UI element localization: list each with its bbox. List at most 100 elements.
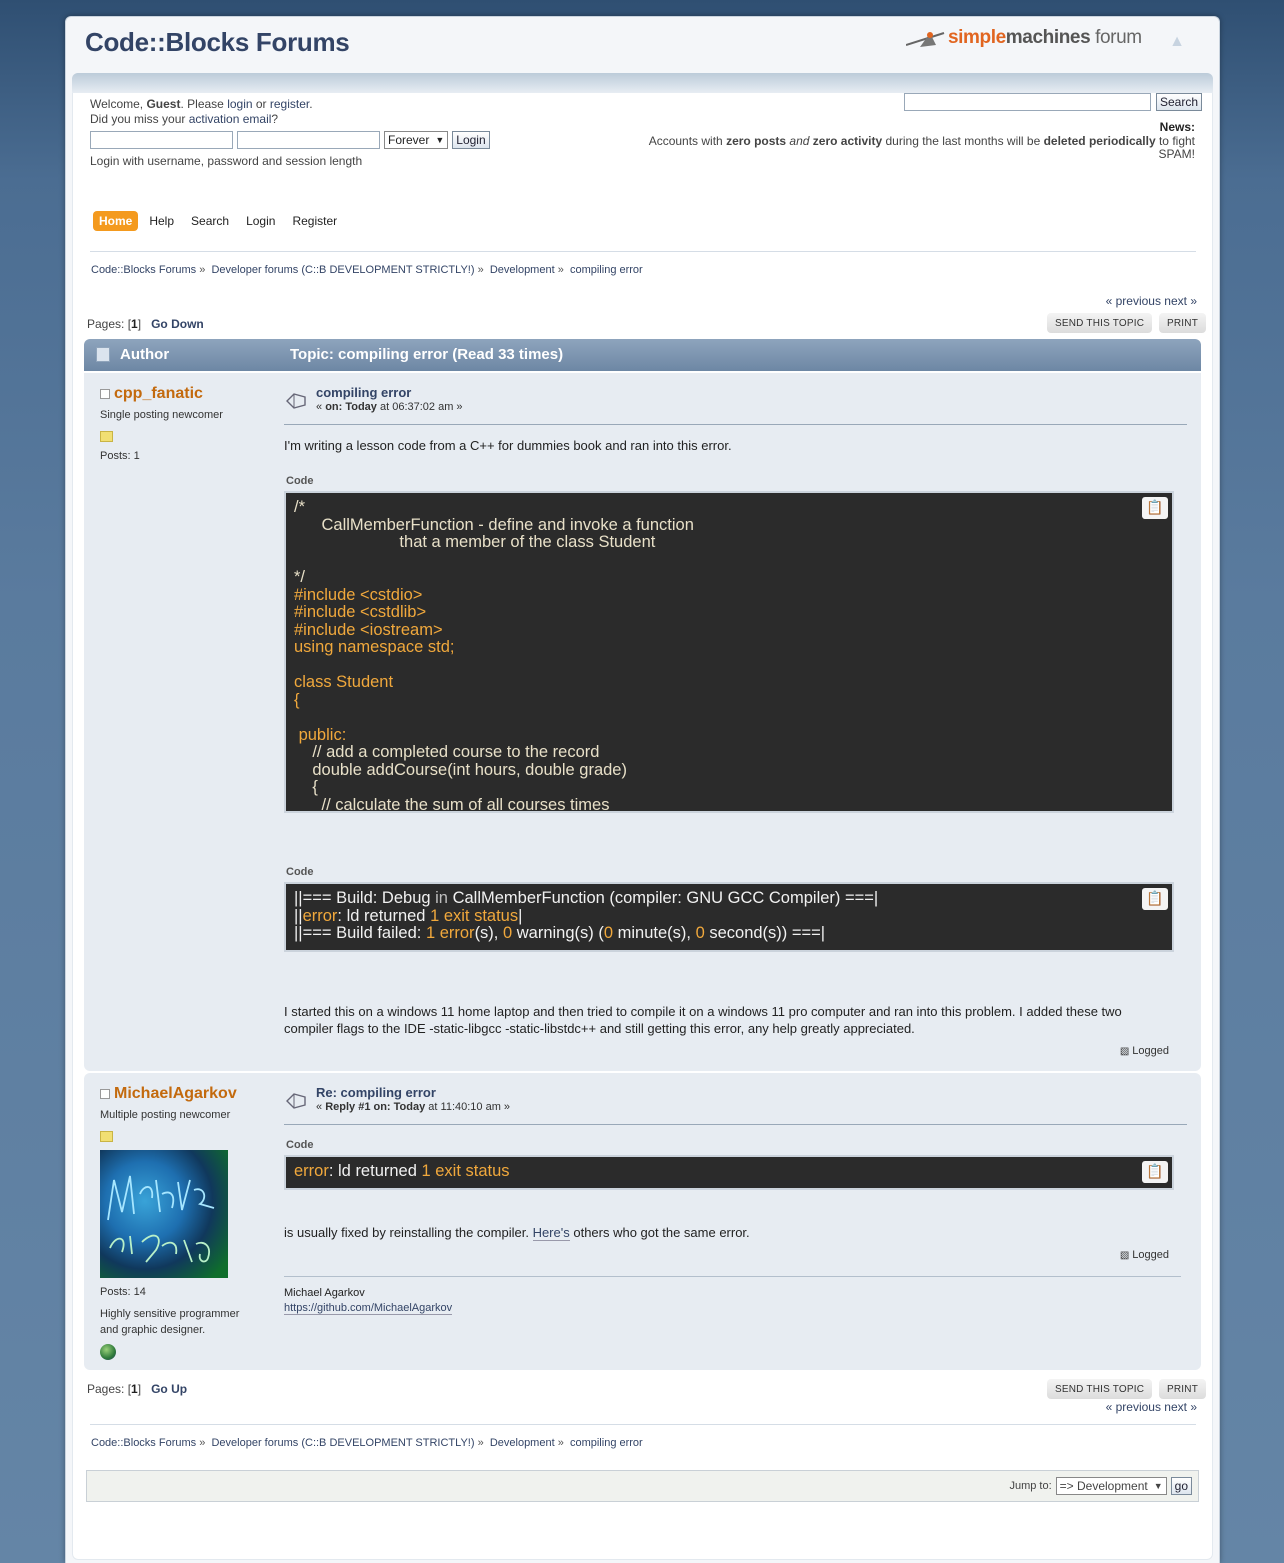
news-text: Accounts with zero posts and zero activi… — [648, 134, 1195, 161]
jump-go-button[interactable]: go — [1170, 1477, 1192, 1495]
signature-divider — [284, 1276, 1181, 1277]
menu-item-search[interactable]: Search — [185, 211, 235, 231]
code-line: public: — [294, 725, 347, 744]
heres-link[interactable]: Here's — [532, 1225, 570, 1241]
poster-personal-text: Highly sensitive programmer and graphic … — [100, 1308, 240, 1336]
current-page[interactable]: 1 — [131, 1382, 138, 1396]
code-label: Code — [286, 1139, 314, 1151]
breadcrumb-topic[interactable]: compiling error — [570, 264, 643, 276]
prev-next-links[interactable]: « previous next » — [1106, 1400, 1197, 1414]
code-label: Code — [286, 866, 314, 878]
smf-logo[interactable]: simplemachines forum — [905, 27, 1166, 55]
post-divider — [284, 1124, 1187, 1125]
code-label: Code — [286, 475, 314, 487]
menu-item-login[interactable]: Login — [240, 211, 281, 231]
print-button[interactable]: PRINT — [1159, 313, 1206, 333]
post-1: cpp_fanatic Single posting newcomer Post… — [84, 373, 1201, 1071]
post-2: MichaelAgarkov Multiple posting newcomer… — [84, 1073, 1201, 1370]
code-line: #include <iostream> — [294, 620, 443, 639]
post-subject[interactable]: compiling error — [316, 385, 411, 400]
user-area: Welcome, Guest. Please login or register… — [90, 97, 313, 127]
poster-name[interactable]: cpp_fanatic — [114, 385, 203, 403]
login-button[interactable]: Login — [452, 131, 490, 149]
post-date: « Reply #1 on: Today at 11:40:10 am » — [316, 1101, 511, 1113]
logo-text-forum: forum — [1090, 27, 1142, 48]
breadcrumb-topic[interactable]: compiling error — [570, 1437, 643, 1449]
send-topic-button[interactable]: SEND THIS TOPIC — [1047, 1379, 1153, 1399]
search-button[interactable]: Search — [1156, 93, 1203, 111]
breadcrumb-home[interactable]: Code::Blocks Forums — [91, 1437, 196, 1449]
activation-email-link[interactable]: activation email — [189, 112, 272, 126]
build-log-block[interactable]: ||=== Build: Debug in CallMemberFunction… — [284, 882, 1174, 952]
code-block[interactable]: /* CallMemberFunction - define and invok… — [284, 491, 1174, 813]
news-box: News: Accounts with zero posts and zero … — [635, 121, 1195, 161]
breadcrumb-bottom: Code::Blocks Forums » Developer forums (… — [91, 1437, 643, 1449]
breadcrumb-developer-forums[interactable]: Developer forums (C::B DEVELOPMENT STRIC… — [211, 264, 474, 276]
session-length-select[interactable]: Forever ▼ — [384, 131, 449, 149]
signature: Michael Agarkov https://github.com/Micha… — [284, 1286, 453, 1316]
quick-login-form: Forever ▼ Login — [90, 131, 490, 149]
password-input[interactable] — [237, 131, 380, 149]
logged-indicator: ▧ Logged — [1119, 1249, 1169, 1261]
current-page[interactable]: 1 — [131, 317, 138, 331]
activation-line: Did you miss your activation email? — [90, 112, 279, 126]
search-form: Search — [904, 93, 1203, 111]
author-header: Author — [120, 346, 170, 363]
breadcrumb-home[interactable]: Code::Blocks Forums — [91, 264, 196, 276]
breadcrumb-developer-forums[interactable]: Developer forums (C::B DEVELOPMENT STRIC… — [211, 1437, 474, 1449]
code-line: class Student — [294, 673, 394, 691]
go-down-link[interactable]: Go Down — [151, 317, 204, 331]
topic-book-icon — [96, 347, 110, 362]
code-line: using namespace std; — [294, 638, 455, 656]
register-link[interactable]: register — [270, 97, 309, 111]
breadcrumb-development[interactable]: Development — [490, 264, 555, 276]
copy-code-icon[interactable]: 📋 — [1142, 888, 1168, 910]
go-up-link[interactable]: Go Up — [151, 1382, 187, 1396]
post-subject[interactable]: Re: compiling error — [316, 1085, 436, 1100]
topic-title-header: Topic: compiling error (Read 33 times) — [290, 346, 564, 363]
poster-post-count: Posts: 1 — [100, 450, 140, 462]
username-input[interactable] — [90, 131, 233, 149]
copy-code-icon[interactable]: 📋 — [1142, 1161, 1168, 1183]
copy-code-icon[interactable]: 📋 — [1142, 497, 1168, 519]
rank-star-icon — [100, 431, 113, 442]
code-line: { — [294, 778, 318, 796]
chevron-down-icon: ▼ — [1153, 1481, 1163, 1491]
logged-ip-icon: ▧ — [1119, 1045, 1130, 1057]
menu-item-help[interactable]: Help — [143, 211, 180, 231]
forum-title[interactable]: Code::Blocks Forums — [85, 27, 350, 58]
code-line: /* — [294, 498, 306, 516]
prev-next-links[interactable]: « previous next » — [1106, 294, 1197, 308]
forum-wrapper: Code::Blocks Forums simplemachines forum… — [65, 16, 1220, 1563]
code-line: #include <cstdio> — [294, 585, 423, 604]
login-link[interactable]: login — [227, 97, 252, 111]
print-button[interactable]: PRINT — [1159, 1379, 1206, 1399]
code-line: #include <cstdlib> — [294, 603, 427, 621]
code-line: error: ld returned 1 exit status — [294, 1162, 510, 1180]
signature-github-link[interactable]: https://github.com/MichaelAgarkov — [284, 1302, 453, 1315]
website-globe-icon[interactable] — [100, 1344, 116, 1360]
collapse-header-icon[interactable]: ▲ — [1166, 31, 1188, 53]
jump-to-bar: Jump to: => Development ▼ go — [86, 1470, 1199, 1502]
send-topic-button[interactable]: SEND THIS TOPIC — [1047, 313, 1153, 333]
logo-text-machines: machines — [1005, 27, 1091, 48]
post-divider — [284, 424, 1187, 425]
code-line: { — [294, 690, 300, 709]
jump-to-select[interactable]: => Development ▼ — [1055, 1477, 1167, 1495]
upper-section-gradient — [72, 73, 1213, 93]
poster-group: Multiple posting newcomer — [100, 1109, 231, 1121]
main-content: Welcome, Guest. Please login or register… — [72, 73, 1213, 1560]
poster-name[interactable]: MichaelAgarkov — [114, 1085, 237, 1103]
search-input[interactable] — [904, 93, 1151, 111]
breadcrumb: Code::Blocks Forums » Developer forums (… — [91, 264, 643, 276]
code-line: */ — [294, 568, 306, 586]
main-menu: Home Help Search Login Register — [93, 211, 348, 231]
logged-ip-icon: ▧ — [1119, 1249, 1130, 1261]
menu-item-register[interactable]: Register — [286, 211, 343, 231]
code-line: CallMemberFunction - define and invoke a… — [294, 515, 694, 534]
breadcrumb-development[interactable]: Development — [490, 1437, 555, 1449]
menu-item-home[interactable]: Home — [93, 211, 139, 231]
code-block[interactable]: error: ld returned 1 exit status 📋 — [284, 1155, 1174, 1190]
